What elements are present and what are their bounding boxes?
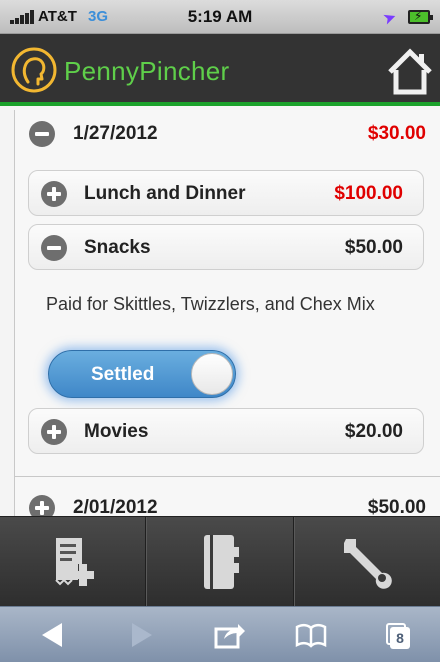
expand-icon[interactable]: [41, 419, 67, 445]
bookmarks-icon[interactable]: [294, 619, 328, 651]
expense-item-label: Movies: [84, 421, 149, 442]
expand-icon[interactable]: [29, 495, 55, 516]
app-title: PennyPincher: [64, 56, 230, 86]
tabs-icon[interactable]: 8: [382, 619, 416, 651]
collapse-icon[interactable]: [29, 121, 55, 147]
expand-icon[interactable]: [41, 181, 67, 207]
expense-item-label: Lunch and Dinner: [84, 183, 246, 204]
tab-settings[interactable]: [293, 517, 440, 606]
expense-item-label: Snacks: [84, 237, 151, 258]
tab-notebook[interactable]: [146, 517, 294, 606]
add-receipt-icon: [54, 537, 94, 586]
person-head-icon: [11, 47, 57, 93]
app-header: PennyPincher: [0, 34, 440, 106]
expense-item[interactable]: Movies $20.00: [28, 408, 424, 454]
tab-bar: [0, 516, 440, 606]
switch-label: Settled: [91, 364, 155, 385]
status-bar: AT&T 3G 5:19 AM ➤ ⚡: [0, 0, 440, 34]
home-icon[interactable]: [386, 46, 434, 96]
share-icon[interactable]: [212, 619, 246, 651]
expense-list[interactable]: 1/27/2012 $30.00 Lunch and Dinner $100.0…: [0, 110, 440, 516]
expense-item-amount: $50.00: [344, 237, 403, 258]
settled-toggle-switch[interactable]: Settled: [48, 350, 236, 398]
expense-item[interactable]: Snacks $50.00: [28, 224, 424, 270]
forward-icon[interactable]: [124, 619, 158, 651]
switch-knob[interactable]: [191, 353, 233, 395]
date-group-date[interactable]: 1/27/2012: [73, 123, 158, 145]
expense-item[interactable]: Lunch and Dinner $100.00: [28, 170, 424, 216]
date-group-total: $30.00: [367, 123, 426, 144]
wrench-icon: [344, 538, 393, 589]
expense-item-amount: $100.00: [334, 183, 403, 204]
browser-toolbar: 8: [0, 606, 440, 662]
back-icon[interactable]: [36, 619, 70, 651]
tab-count: 8: [396, 630, 404, 646]
battery-icon: ⚡: [408, 9, 433, 24]
notebook-icon: [203, 534, 239, 589]
date-group-total: $50.00: [367, 497, 426, 516]
expense-note: Paid for Skittles, Twizzlers, and Chex M…: [46, 294, 375, 314]
date-group[interactable]: 2/01/2012 $50.00: [14, 476, 440, 516]
status-time: 5:19 AM: [187, 7, 253, 26]
expense-item-amount: $20.00: [344, 421, 403, 442]
tab-add-receipt[interactable]: [0, 517, 147, 606]
collapse-icon[interactable]: [41, 235, 67, 261]
date-group-date[interactable]: 2/01/2012: [73, 497, 158, 516]
